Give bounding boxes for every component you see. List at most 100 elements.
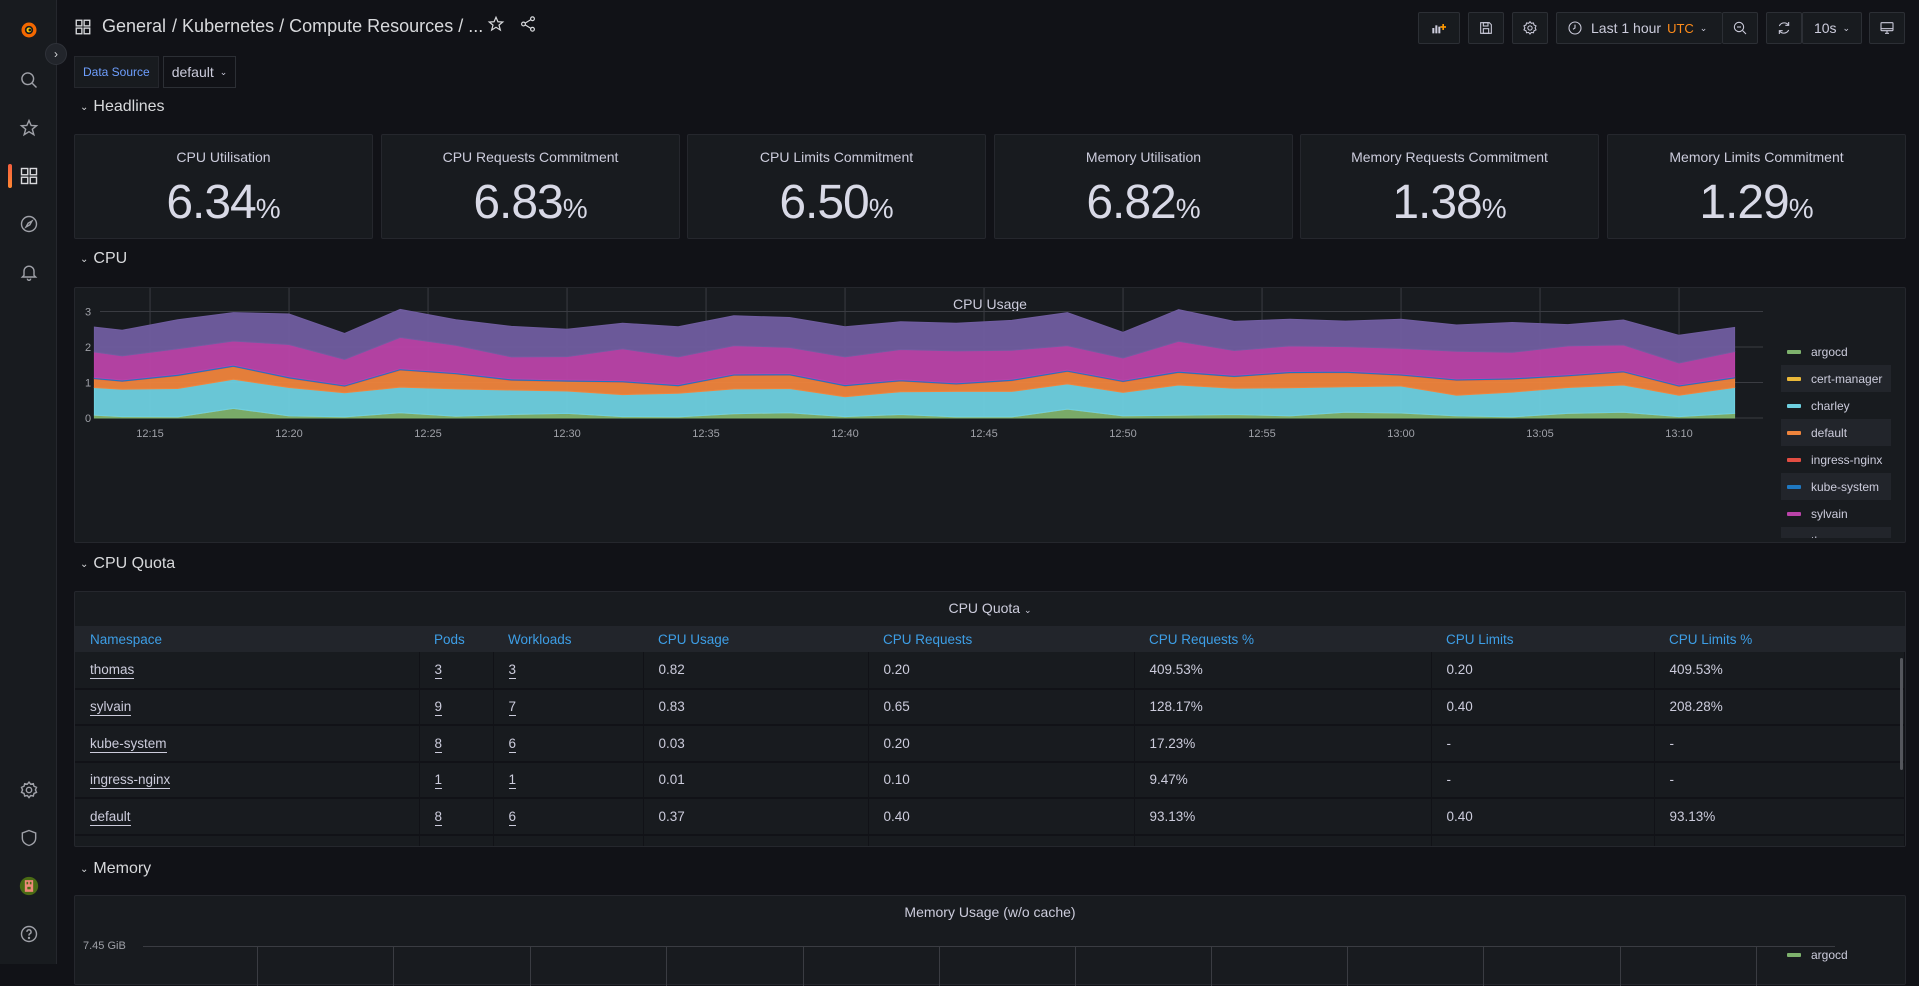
pods-link[interactable]: 9: [434, 699, 443, 717]
stat-title[interactable]: CPU Limits Commitment: [688, 149, 985, 165]
y-axis-tick: 0: [85, 413, 91, 425]
legend-item[interactable]: cert-manager: [1781, 365, 1891, 392]
x-axis-tick: 13:05: [1526, 428, 1554, 440]
table-cell: 8: [419, 798, 494, 836]
table-cell: [643, 834, 869, 846]
pods-link[interactable]: 8: [434, 808, 443, 826]
legend-item[interactable]: ingress-nginx: [1781, 446, 1891, 473]
workloads-link[interactable]: 6: [508, 808, 517, 826]
stat-value: 6.83%: [382, 175, 679, 230]
table-cell: [1654, 834, 1905, 846]
stat-unit: %: [1481, 193, 1507, 224]
stat-title[interactable]: Memory Utilisation: [995, 149, 1292, 165]
workloads-link[interactable]: 1: [508, 772, 517, 790]
panel-title: CPU Quota: [948, 600, 1021, 616]
server-admin-shield-icon[interactable]: [0, 820, 57, 856]
refresh-dashboard-button[interactable]: [1766, 12, 1802, 44]
legend-item[interactable]: argocd: [1781, 338, 1891, 365]
memory-usage-panel: Memory Usage (w/o cache) 7.45 GiB argocd: [74, 895, 1906, 986]
table-row: sylvain 9 7 0.83 0.65 128.17% 0.40 208.28%: [75, 688, 1905, 726]
table-scrollbar[interactable]: [1900, 658, 1903, 770]
help-icon[interactable]: [0, 916, 57, 952]
alerting-bell-icon[interactable]: [0, 254, 57, 290]
chevron-down-icon: ⌄: [1699, 22, 1708, 33]
table-row: kube-system 8 6 0.03 0.20 17.23% - -: [75, 725, 1905, 763]
legend-item[interactable]: default: [1781, 419, 1891, 446]
zoom-out-time-button[interactable]: [1722, 12, 1758, 44]
stat-title[interactable]: Memory Requests Commitment: [1301, 149, 1598, 165]
mark-favorite-star-icon[interactable]: [487, 15, 505, 33]
search-icon[interactable]: [0, 62, 57, 98]
grafana-logo-icon[interactable]: [0, 12, 57, 48]
breadcrumb-folder-link[interactable]: General: [102, 16, 166, 37]
table-cell: [1134, 834, 1432, 846]
namespace-link[interactable]: ingress-nginx: [90, 772, 171, 790]
row-headlines[interactable]: ⌄ Headlines: [80, 98, 165, 116]
monitor-icon: [1880, 22, 1894, 34]
workloads-link[interactable]: 3: [508, 662, 517, 680]
column-header[interactable]: CPU Requests %: [1134, 626, 1431, 652]
column-header[interactable]: Namespace: [75, 626, 419, 652]
row-memory[interactable]: ⌄ Memory: [80, 860, 151, 878]
panel-title-menu[interactable]: CPU Quota ⌄: [75, 600, 1905, 616]
table-cell: [493, 834, 644, 846]
pods-link[interactable]: 8: [434, 735, 443, 753]
stat-title[interactable]: CPU Utilisation: [75, 149, 372, 165]
configuration-gear-icon[interactable]: [0, 772, 57, 808]
row-cpu-quota[interactable]: ⌄ CPU Quota: [80, 555, 175, 573]
column-header[interactable]: Pods: [419, 626, 493, 652]
table-cell: kube-system: [75, 725, 420, 763]
legend-item[interactable]: argocd: [1781, 946, 1891, 964]
stat-unit: %: [868, 193, 894, 224]
dashboard-settings-button[interactable]: [1512, 12, 1548, 44]
legend-item[interactable]: thomas: [1781, 527, 1891, 538]
save-dashboard-button[interactable]: [1468, 12, 1504, 44]
row-cpu[interactable]: ⌄ CPU: [80, 250, 127, 268]
datasource-variable-select[interactable]: default ⌄: [162, 56, 237, 88]
table-cell: 9.47%: [1134, 761, 1432, 799]
namespace-link[interactable]: sylvain: [90, 699, 132, 717]
legend-item[interactable]: sylvain: [1781, 500, 1891, 527]
explore-compass-icon[interactable]: [0, 206, 57, 242]
workloads-link[interactable]: 7: [508, 699, 517, 717]
column-header[interactable]: Workloads: [493, 626, 643, 652]
legend-item[interactable]: kube-system: [1781, 473, 1891, 500]
cpu-usage-chart[interactable]: 0123412:1512:2012:2512:3012:3512:4012:45…: [75, 288, 1775, 544]
pods-link[interactable]: 1: [434, 772, 443, 790]
namespace-link[interactable]: kube-system: [90, 735, 167, 753]
share-icon[interactable]: [519, 15, 537, 33]
stat-title[interactable]: Memory Limits Commitment: [1608, 149, 1905, 165]
table-cell: 1: [419, 761, 494, 799]
user-avatar[interactable]: [0, 868, 57, 904]
column-header[interactable]: CPU Requests: [868, 626, 1134, 652]
refresh-interval-picker[interactable]: 10s ⌄: [1802, 12, 1862, 44]
pods-link[interactable]: 3: [434, 662, 443, 680]
panel-title[interactable]: Memory Usage (w/o cache): [75, 904, 1905, 920]
namespace-link[interactable]: default: [90, 808, 131, 826]
table-row-partial: [75, 834, 1905, 846]
workloads-link[interactable]: 6: [508, 735, 517, 753]
stat-panel: Memory Utilisation 6.82%: [994, 134, 1293, 239]
time-range-picker[interactable]: Last 1 hour UTC ⌄: [1556, 12, 1722, 44]
dashboards-icon[interactable]: [0, 158, 57, 194]
gridline-x: [1347, 946, 1348, 986]
column-header[interactable]: CPU Usage: [643, 626, 868, 652]
chevron-down-icon: ⌄: [80, 253, 89, 265]
table-cell: 409.53%: [1134, 652, 1432, 690]
table-cell: default: [75, 798, 420, 836]
x-axis-tick: 12:25: [414, 428, 442, 440]
legend-item[interactable]: charley: [1781, 392, 1891, 419]
stat-title[interactable]: CPU Requests Commitment: [382, 149, 679, 165]
tv-mode-button[interactable]: [1869, 12, 1905, 44]
table-cell: 93.13%: [1134, 798, 1432, 836]
gridline-x: [939, 946, 940, 986]
legend-swatch: [1787, 457, 1801, 462]
expand-sidebar-button[interactable]: ›: [45, 43, 67, 65]
starred-icon[interactable]: [0, 110, 57, 146]
add-panel-button[interactable]: [1418, 12, 1460, 44]
column-header[interactable]: CPU Limits: [1431, 626, 1654, 652]
table-cell: [75, 834, 420, 846]
namespace-link[interactable]: thomas: [90, 662, 135, 680]
column-header[interactable]: CPU Limits %: [1654, 626, 1905, 652]
breadcrumb-dashboard-title[interactable]: / Kubernetes / Compute Resources / ...: [172, 16, 483, 37]
